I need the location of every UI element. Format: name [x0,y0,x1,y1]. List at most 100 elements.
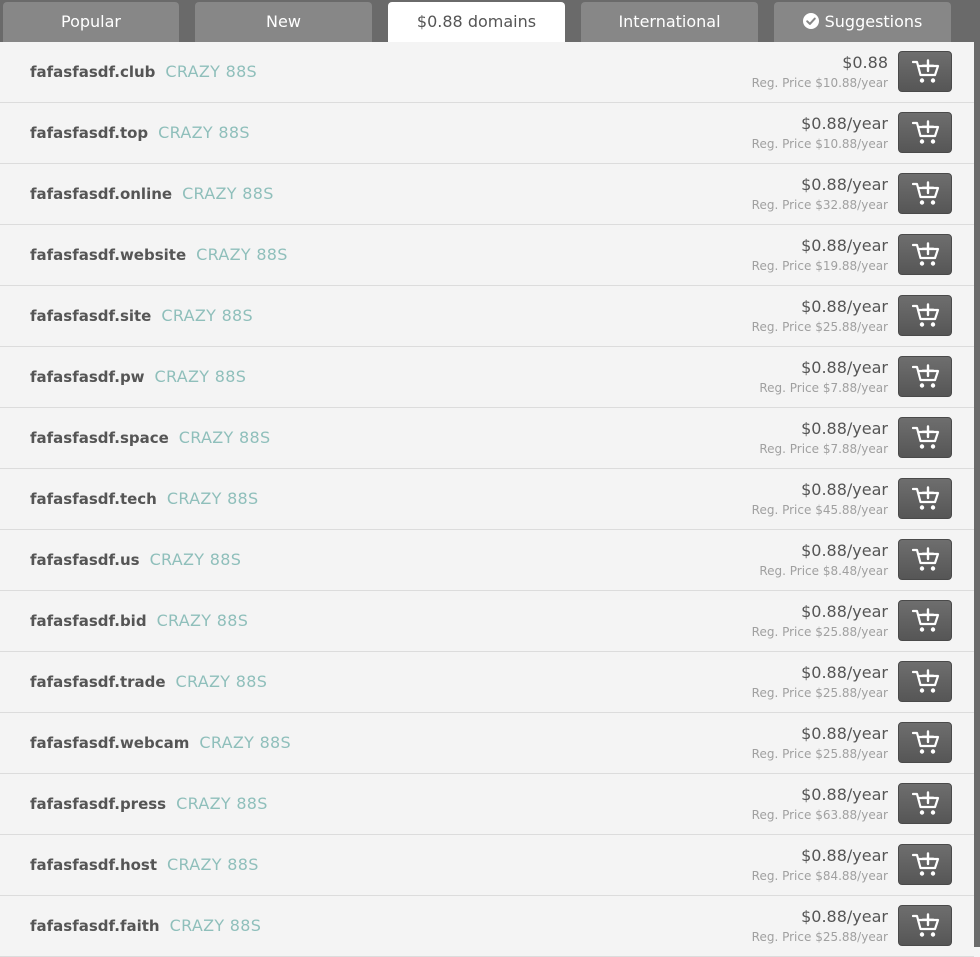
domain-name[interactable]: fafasfasdf.tech [30,490,157,508]
domain-name[interactable]: fafasfasdf.club [30,63,155,81]
domain-name[interactable]: fafasfasdf.us [30,551,140,569]
regular-price: Reg. Price $19.88/year [751,259,888,273]
domain-row: fafasfasdf.faith CRAZY 88S $0.88/year Reg… [0,896,974,957]
promo-badge: CRAZY 88S [158,123,250,142]
sale-price: $0.88/year [801,419,888,438]
domain-row: fafasfasdf.us CRAZY 88S $0.88/year Reg. P… [0,530,974,591]
domain-row: fafasfasdf.top CRAZY 88S $0.88/year Reg. … [0,103,974,164]
add-to-cart-icon [912,181,940,205]
tab-088-domains[interactable]: $0.88 domains [388,2,565,42]
price-block: $0.88/year Reg. Price $63.88/year [752,784,888,824]
price-block: $0.88/year Reg. Price $25.88/year [752,296,888,336]
add-to-cart-button[interactable] [898,112,952,153]
add-to-cart-button[interactable] [898,539,952,580]
add-to-cart-icon [912,120,940,144]
price-block: $0.88/year Reg. Price $25.88/year [752,601,888,641]
add-to-cart-button[interactable] [898,783,952,824]
domain-label: fafasfasdf.faith CRAZY 88S [30,896,261,956]
add-to-cart-button[interactable] [898,51,952,92]
tab-new[interactable]: New [195,2,372,42]
sale-price: $0.88 [842,53,888,72]
add-to-cart-icon [912,303,940,327]
add-to-cart-icon [912,730,940,754]
domain-name[interactable]: fafasfasdf.online [30,185,172,203]
domain-label: fafasfasdf.trade CRAZY 88S [30,652,267,712]
promo-badge: CRAZY 88S [156,611,249,630]
add-to-cart-button[interactable] [898,722,952,763]
domain-name[interactable]: fafasfasdf.site [30,307,151,325]
add-to-cart-button[interactable] [898,295,952,336]
regular-price: Reg. Price $10.88/year [751,76,888,90]
sale-price: $0.88/year [801,297,888,316]
domain-label: fafasfasdf.host CRAZY 88S [30,835,259,895]
domain-name[interactable]: fafasfasdf.webcam [30,734,189,752]
domain-row: fafasfasdf.club CRAZY 88S $0.88 Reg. Pric… [0,42,974,103]
regular-price: Reg. Price $25.88/year [751,686,888,700]
sale-price: $0.88/year [801,846,888,865]
domain-label: fafasfasdf.pw CRAZY 88S [30,347,246,407]
add-to-cart-icon [912,547,940,571]
add-to-cart-icon [912,242,940,266]
domain-label: fafasfasdf.online CRAZY 88S [30,164,274,224]
domain-label: fafasfasdf.us CRAZY 88S [30,530,241,590]
tab-088-domains-label: $0.88 domains [416,12,537,31]
add-to-cart-button[interactable] [898,234,952,275]
sale-price: $0.88/year [801,175,888,194]
add-to-cart-icon [912,486,940,510]
domain-name[interactable]: fafasfasdf.top [30,124,148,142]
regular-price: Reg. Price $8.48/year [759,564,888,578]
regular-price: Reg. Price $84.88/year [751,869,888,883]
scroll-gutter [974,42,980,947]
check-circle-icon [802,13,819,29]
promo-badge: CRAZY 88S [165,62,258,81]
price-block: $0.88/year Reg. Price $32.88/year [752,174,888,214]
domain-name[interactable]: fafasfasdf.space [30,429,169,447]
add-to-cart-button[interactable] [898,600,952,641]
tab-popular[interactable]: Popular [3,2,179,42]
price-block: $0.88/year Reg. Price $7.88/year [759,357,888,397]
domain-label: fafasfasdf.website CRAZY 88S [30,225,288,285]
domain-label: fafasfasdf.bid CRAZY 88S [30,591,248,651]
price-block: $0.88/year Reg. Price $8.48/year [759,540,888,580]
tab-suggestions[interactable]: Suggestions [774,2,951,42]
add-to-cart-button[interactable] [898,478,952,519]
domain-name[interactable]: fafasfasdf.press [30,795,166,813]
add-to-cart-button[interactable] [898,905,952,946]
domain-label: fafasfasdf.space CRAZY 88S [30,408,270,468]
add-to-cart-button[interactable] [898,661,952,702]
price-block: $0.88 Reg. Price $10.88/year [752,52,888,92]
domain-label: fafasfasdf.top CRAZY 88S [30,103,250,163]
promo-badge: CRAZY 88S [178,428,271,447]
domain-label: fafasfasdf.webcam CRAZY 88S [30,713,291,773]
regular-price: Reg. Price $25.88/year [751,930,888,944]
regular-price: Reg. Price $10.88/year [751,137,888,151]
domain-name[interactable]: fafasfasdf.trade [30,673,166,691]
domain-row: fafasfasdf.pw CRAZY 88S $0.88/year Reg. P… [0,347,974,408]
promo-badge: CRAZY 88S [196,245,288,264]
domain-name[interactable]: fafasfasdf.host [30,856,157,874]
domain-name[interactable]: fafasfasdf.faith [30,917,160,935]
domain-row: fafasfasdf.space CRAZY 88S $0.88/year Reg… [0,408,974,469]
add-to-cart-button[interactable] [898,844,952,885]
add-to-cart-icon [912,59,940,83]
tab-international[interactable]: International [581,2,758,42]
price-block: $0.88/year Reg. Price $25.88/year [752,662,888,702]
domain-row: fafasfasdf.host CRAZY 88S $0.88/year Reg.… [0,835,974,896]
domain-name[interactable]: fafasfasdf.bid [30,612,147,630]
sale-price: $0.88/year [801,602,888,621]
promo-badge: CRAZY 88S [149,550,242,569]
regular-price: Reg. Price $63.88/year [751,808,888,822]
domain-name[interactable]: fafasfasdf.pw [30,368,145,386]
tab-international-label: International [618,12,721,31]
regular-price: Reg. Price $45.88/year [751,503,888,517]
promo-badge: CRAZY 88S [182,184,274,203]
promo-badge: CRAZY 88S [161,306,253,325]
add-to-cart-button[interactable] [898,417,952,458]
add-to-cart-icon [912,791,940,815]
regular-price: Reg. Price $7.88/year [759,381,888,395]
add-to-cart-button[interactable] [898,173,952,214]
price-block: $0.88/year Reg. Price $7.88/year [759,418,888,458]
add-to-cart-button[interactable] [898,356,952,397]
sale-price: $0.88/year [801,480,888,499]
domain-name[interactable]: fafasfasdf.website [30,246,186,264]
